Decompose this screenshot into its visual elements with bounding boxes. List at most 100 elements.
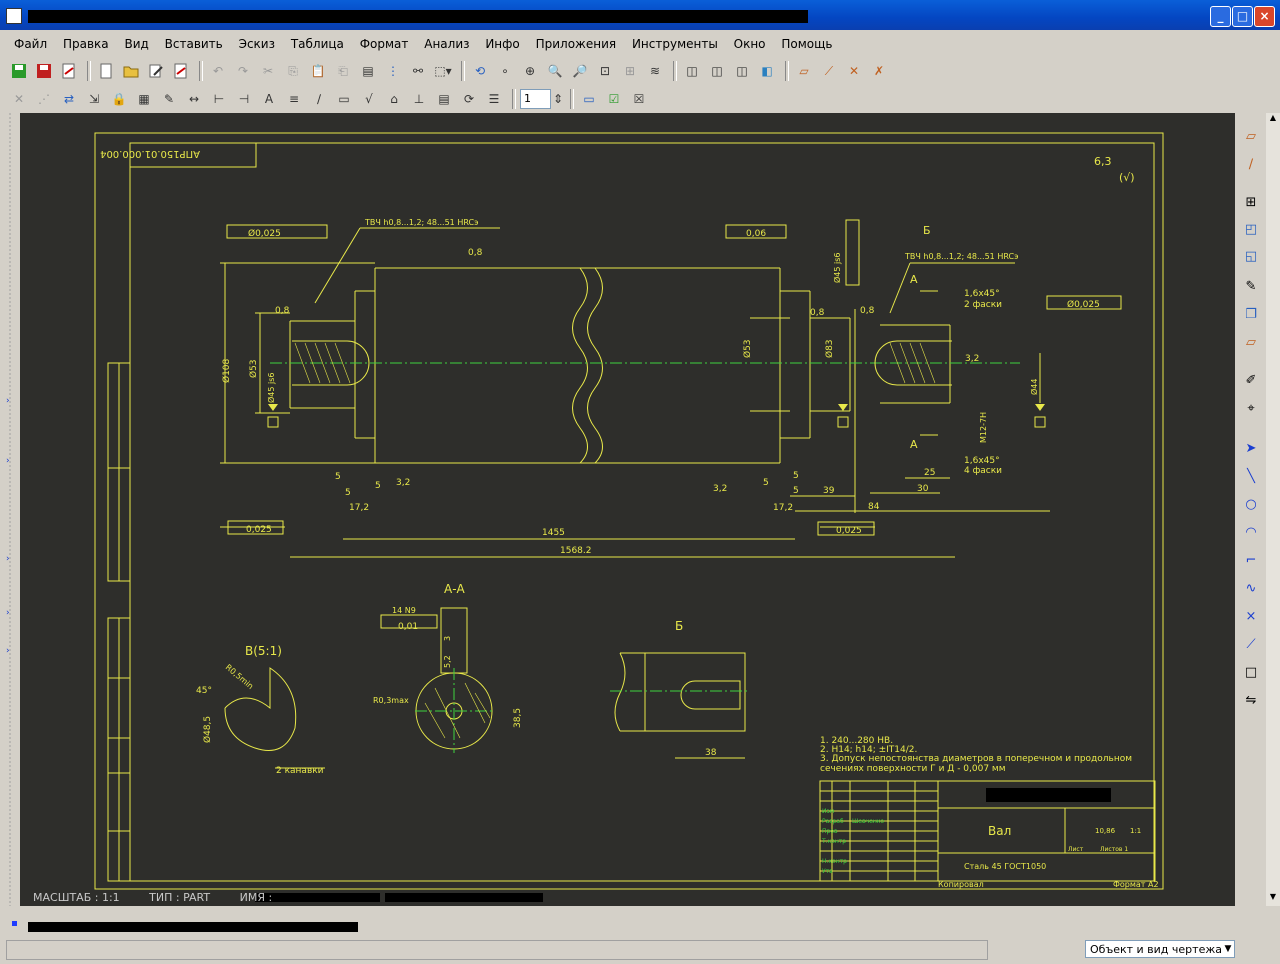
copy-icon[interactable]: ⎘ bbox=[282, 60, 304, 82]
sheet-number-input[interactable]: 1 bbox=[520, 89, 551, 109]
note-icon[interactable]: ▭ bbox=[333, 88, 355, 110]
new-view-icon[interactable]: ⊞ bbox=[1240, 191, 1262, 213]
left-dock-strip[interactable]: › › › › › bbox=[6, 113, 18, 906]
export-pdf-icon[interactable] bbox=[58, 60, 80, 82]
datum-points-icon[interactable]: ✕ bbox=[843, 60, 865, 82]
save-icon[interactable] bbox=[8, 60, 30, 82]
table-create-icon[interactable]: ▤ bbox=[433, 88, 455, 110]
snap-grid-icon[interactable]: ⋰ bbox=[33, 88, 55, 110]
menu-view[interactable]: Вид bbox=[118, 34, 154, 54]
ordinate-icon[interactable]: ⊢ bbox=[208, 88, 230, 110]
sheet-spinner-icon[interactable]: ⇕ bbox=[553, 88, 563, 110]
copy-view-icon[interactable]: ❐ bbox=[1240, 303, 1262, 325]
select-box-icon[interactable]: ⬚▾ bbox=[432, 60, 454, 82]
paste-icon[interactable]: 📋 bbox=[307, 60, 329, 82]
drawing-canvas[interactable]: АПР150.01.000.004 6,3 (√) ТВЧ h0,8...1,2… bbox=[20, 113, 1235, 906]
mirror-icon[interactable]: ⇋ bbox=[1240, 689, 1262, 711]
spline-icon[interactable]: ∿ bbox=[1240, 577, 1262, 599]
select-arrow-icon[interactable]: ➤ bbox=[1240, 437, 1262, 459]
sketch-icon[interactable]: ✐ bbox=[1240, 369, 1262, 391]
redo-icon[interactable]: ↷ bbox=[232, 60, 254, 82]
symbol-icon[interactable]: ⌂ bbox=[383, 88, 405, 110]
text-icon[interactable]: A bbox=[258, 88, 280, 110]
snap-icon[interactable]: ∘ bbox=[494, 60, 516, 82]
highlight-icon[interactable]: ✎ bbox=[158, 88, 180, 110]
move-icon[interactable]: ⇲ bbox=[83, 88, 105, 110]
repeat-region-icon[interactable]: ☰ bbox=[483, 88, 505, 110]
zoom-in-icon[interactable]: 🔍 bbox=[544, 60, 566, 82]
format-icon[interactable]: ⌖ bbox=[1240, 397, 1262, 419]
show-annotations-icon[interactable]: ✎ bbox=[1240, 275, 1262, 297]
menu-table[interactable]: Таблица bbox=[285, 34, 350, 54]
datum-axis-icon[interactable]: ∕ bbox=[1240, 153, 1262, 175]
layers-icon[interactable]: ≋ bbox=[644, 60, 666, 82]
menu-analysis[interactable]: Анализ bbox=[418, 34, 475, 54]
fillet-icon[interactable]: ⌐ bbox=[1240, 549, 1262, 571]
coord-sys-icon[interactable]: ✗ bbox=[868, 60, 890, 82]
orient-icon[interactable]: ⊕ bbox=[519, 60, 541, 82]
chevron-down-icon[interactable]: ▼ bbox=[1221, 941, 1235, 957]
refit-icon[interactable]: ⊞ bbox=[619, 60, 641, 82]
line-icon[interactable]: ╲ bbox=[1240, 465, 1262, 487]
tolerance-icon[interactable]: ∕ bbox=[308, 88, 330, 110]
lock-icon[interactable]: 🔒 bbox=[108, 88, 130, 110]
move-view-icon[interactable]: ◰ bbox=[1240, 218, 1262, 240]
find-icon[interactable]: ⚯ bbox=[407, 60, 429, 82]
edit-icon[interactable] bbox=[145, 60, 167, 82]
selection-filter-dropdown[interactable]: Объект и вид чертежа bbox=[1085, 940, 1235, 958]
tol-006: 0,06 bbox=[746, 229, 766, 239]
menu-window[interactable]: Окно bbox=[728, 34, 772, 54]
close-button[interactable]: × bbox=[1254, 6, 1275, 27]
datum-icon[interactable]: ⊥ bbox=[408, 88, 430, 110]
shading-icon[interactable]: ◧ bbox=[756, 60, 778, 82]
menu-edit[interactable]: Правка bbox=[57, 34, 115, 54]
arc-icon[interactable]: ◠ bbox=[1240, 521, 1262, 543]
dimension-icon[interactable]: ↔ bbox=[183, 88, 205, 110]
tree-icon[interactable]: ⋮ bbox=[382, 60, 404, 82]
point-icon[interactable]: × bbox=[1240, 605, 1262, 627]
cut-icon[interactable]: ✂ bbox=[257, 60, 279, 82]
section-plane-icon[interactable]: ▱ bbox=[1240, 331, 1262, 353]
baseline-icon[interactable]: ⊣ bbox=[233, 88, 255, 110]
menu-format[interactable]: Формат bbox=[354, 34, 415, 54]
undo-icon[interactable]: ↶ bbox=[207, 60, 229, 82]
vertical-scrollbar[interactable]: ▲ ▼ bbox=[1266, 113, 1280, 906]
hatch-icon[interactable]: ≡ bbox=[283, 88, 305, 110]
datum-planes-icon[interactable]: ▱ bbox=[793, 60, 815, 82]
close-window-icon[interactable]: ☒ bbox=[628, 88, 650, 110]
menu-help[interactable]: Помощь bbox=[775, 34, 838, 54]
menu-applications[interactable]: Приложения bbox=[530, 34, 623, 54]
print-pdf-icon[interactable] bbox=[170, 60, 192, 82]
open-icon[interactable] bbox=[120, 60, 142, 82]
minimize-button[interactable]: _ bbox=[1210, 6, 1231, 27]
zoom-fit-icon[interactable]: ⊡ bbox=[594, 60, 616, 82]
regenerate-icon[interactable]: ⇄ bbox=[58, 88, 80, 110]
repaint-icon[interactable]: ⟲ bbox=[469, 60, 491, 82]
menu-sketch[interactable]: Эскиз bbox=[233, 34, 281, 54]
delete-icon[interactable]: ✕ bbox=[8, 88, 30, 110]
detail-view-icon[interactable]: ◱ bbox=[1240, 245, 1262, 267]
hidden-line-icon[interactable]: ◫ bbox=[706, 60, 728, 82]
activate-window-icon[interactable]: ☑ bbox=[603, 88, 625, 110]
window-icon[interactable]: ▭ bbox=[578, 88, 600, 110]
new-icon[interactable] bbox=[95, 60, 117, 82]
save-as-icon[interactable] bbox=[33, 60, 55, 82]
offset-icon[interactable]: ⟋ bbox=[1240, 633, 1262, 655]
table-update-icon[interactable]: ⟳ bbox=[458, 88, 480, 110]
paste-special-icon[interactable]: ⎗ bbox=[332, 60, 354, 82]
circle-icon[interactable]: ○ bbox=[1240, 493, 1262, 515]
datum-plane-icon[interactable]: ▱ bbox=[1240, 125, 1262, 147]
menu-info[interactable]: Инфо bbox=[479, 34, 525, 54]
rectangle-icon[interactable]: □ bbox=[1240, 661, 1262, 683]
menu-file[interactable]: Файл bbox=[8, 34, 53, 54]
wireframe-icon[interactable]: ◫ bbox=[681, 60, 703, 82]
zoom-out-icon[interactable]: 🔎 bbox=[569, 60, 591, 82]
table-icon[interactable]: ▤ bbox=[357, 60, 379, 82]
datum-axes-icon[interactable]: ⟋ bbox=[818, 60, 840, 82]
surface-finish-icon[interactable]: √ bbox=[358, 88, 380, 110]
menu-insert[interactable]: Вставить bbox=[159, 34, 229, 54]
no-hidden-icon[interactable]: ◫ bbox=[731, 60, 753, 82]
maximize-button[interactable]: □ bbox=[1232, 6, 1253, 27]
grid-icon[interactable]: ▦ bbox=[133, 88, 155, 110]
menu-tools[interactable]: Инструменты bbox=[626, 34, 724, 54]
